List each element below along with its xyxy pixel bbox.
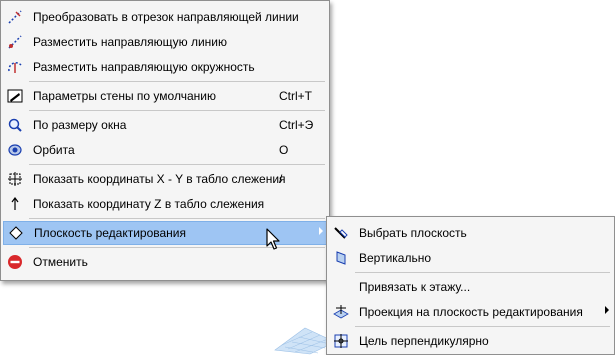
menu-item-shortcut: Ctrl+Э [279, 118, 314, 132]
menu-item-shortcut: Ctrl+T [279, 89, 312, 103]
menu-separator [355, 326, 610, 327]
menu-item-label: Преобразовать в отрезок направляющей лин… [33, 10, 299, 24]
guide-line-icon [8, 35, 22, 49]
xy-coords-icon [8, 172, 22, 186]
submenu-arrow-icon [605, 306, 609, 314]
zoom-fit-icon [8, 118, 22, 132]
menu-item-cancel[interactable]: Отменить [3, 251, 327, 274]
menu-item-label: Выбрать плоскость [359, 226, 467, 240]
wall-settings-icon [7, 89, 23, 103]
menu-separator [29, 81, 325, 82]
guide-circle-icon [8, 62, 22, 73]
menu-item-label: Проекция на плоскость редактирования [359, 305, 583, 319]
submenu-arrow-icon [319, 227, 323, 235]
menu-item-label: Отменить [33, 255, 88, 269]
menu-item-label: Плоскость редактирования [34, 226, 187, 240]
menu-separator [29, 164, 325, 165]
menu-separator [29, 110, 325, 111]
menu-item-label: Разместить направляющую окружность [33, 60, 255, 74]
submenu-item-pick-plane[interactable]: Выбрать плоскость [329, 222, 612, 245]
menu-item-show-xy-coords[interactable]: Показать координаты X - Y в табло слежен… [3, 168, 327, 191]
cancel-icon [8, 255, 22, 269]
menu-separator [355, 272, 610, 273]
submenu-item-snap-to-story[interactable]: Привязать к этажу... [329, 276, 612, 299]
menu-item-orbit[interactable]: Орбита O [3, 139, 327, 162]
menu-item-show-z-coord[interactable]: Показать координату Z в табло слежения [3, 193, 327, 216]
submenu-item-projection[interactable]: Проекция на плоскость редактирования [329, 301, 612, 324]
editing-plane-icon [9, 226, 23, 240]
vertical-plane-icon [336, 251, 346, 265]
menu-item-label: Вертикально [359, 251, 432, 265]
menu-item-shortcut: O [279, 143, 289, 157]
menu-item-label: Орбита [33, 143, 75, 157]
pick-plane-icon [334, 227, 348, 239]
projection-icon [333, 305, 349, 319]
menu-item-zoom-to-fit[interactable]: По размеру окна Ctrl+Э [3, 114, 327, 137]
mouse-cursor-icon [266, 228, 280, 250]
menu-item-label: Параметры стены по умолчанию [33, 89, 216, 103]
menu-item-label: По размеру окна [33, 118, 127, 132]
menu-item-label: Показать координату Z в табло слежения [33, 197, 265, 211]
submenu-item-target-perpendicular[interactable]: Цель перпендикулярно [329, 330, 612, 353]
menu-item-label: Показать координаты X - Y в табло слежен… [33, 172, 286, 186]
submenu-item-vertical[interactable]: Вертикально [329, 247, 612, 270]
target-perpendicular-icon [334, 334, 348, 348]
menu-item-label: Цель перпендикулярно [359, 334, 489, 348]
menu-item-shortcut: / [279, 172, 283, 186]
menu-item-place-guide-line[interactable]: Разместить направляющую линию [3, 31, 327, 54]
submenu-editing-plane: Выбрать плоскость Вертикально Привязать … [326, 216, 615, 355]
guide-segment-icon [8, 10, 22, 24]
menu-separator [29, 218, 325, 219]
menu-item-wall-default-settings[interactable]: Параметры стены по умолчанию Ctrl+T [3, 85, 327, 108]
orbit-icon [8, 144, 22, 156]
z-coord-icon [11, 197, 19, 210]
menu-item-label: Разместить направляющую линию [33, 35, 227, 49]
menu-item-convert-to-guide-segment[interactable]: Преобразовать в отрезок направляющей лин… [3, 6, 327, 29]
menu-item-place-guide-circle[interactable]: Разместить направляющую окружность [3, 56, 327, 79]
menu-item-label: Привязать к этажу... [359, 280, 471, 294]
